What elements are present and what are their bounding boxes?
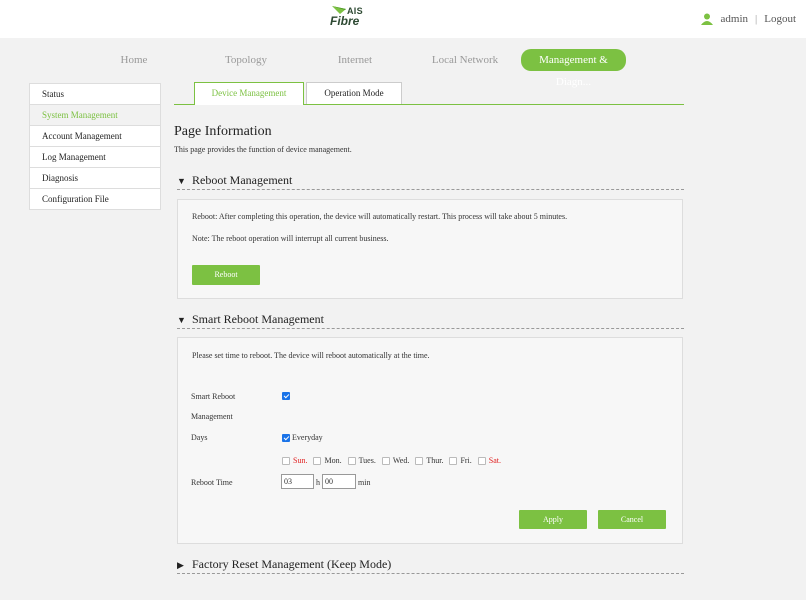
sidebar-item-status[interactable]: Status (29, 83, 161, 105)
collapse-down-icon: ▼ (177, 315, 186, 325)
day-sat-label: Sat. (488, 456, 502, 465)
nav-home[interactable]: Home (110, 49, 158, 71)
day-thu: Thur. (415, 456, 443, 465)
user-bar: admin | Logout (700, 13, 796, 25)
reboot-hour-input[interactable]: 03 (281, 474, 314, 489)
day-fri: Fri. (449, 456, 472, 465)
reboot-info-text: Reboot: After completing this operation,… (192, 212, 568, 221)
smart-reboot-checkbox[interactable] (282, 392, 290, 400)
reboot-note-text: Note: The reboot operation will interrup… (192, 234, 389, 243)
ais-fibre-logo: AIS Fibre (329, 3, 377, 35)
apply-button[interactable]: Apply (519, 510, 587, 529)
day-tue: Tues. (347, 456, 376, 465)
everyday-option: Everyday (282, 433, 323, 442)
logo-fibre-text: Fibre (330, 14, 360, 28)
nav-management-diagnosis[interactable]: Management & Diagn... (521, 49, 626, 88)
cancel-button[interactable]: Cancel (598, 510, 666, 529)
reboot-section-header[interactable]: ▼ Reboot Management (177, 173, 684, 190)
collapse-down-icon: ▼ (177, 176, 186, 186)
collapse-right-icon: ▶ (177, 560, 184, 570)
user-separator: | (755, 13, 758, 25)
nav-local-network[interactable]: Local Network (424, 49, 506, 71)
logo-swoosh-icon (332, 6, 346, 14)
page-title: Page Information (174, 124, 272, 139)
day-wed-checkbox[interactable] (381, 456, 390, 465)
reboot-section-title: Reboot Management (192, 173, 293, 187)
day-sat: Sat. (477, 456, 502, 465)
nav-topology[interactable]: Topology (218, 49, 274, 71)
sidebar-item-account-management[interactable]: Account Management (29, 126, 161, 147)
day-mon-checkbox[interactable] (313, 456, 322, 465)
reboot-button[interactable]: Reboot (192, 265, 260, 285)
day-wed: Wed. (381, 456, 410, 465)
day-tue-label: Tues. (358, 456, 376, 465)
day-fri-checkbox[interactable] (449, 456, 458, 465)
day-mon-label: Mon. (324, 456, 342, 465)
day-checkboxes: Sun. Mon. Tues. Wed. Thur. Fri. Sat. (282, 456, 507, 465)
sidebar-item-system-management[interactable]: System Management (29, 105, 161, 126)
smart-reboot-info-text: Please set time to reboot. The device wi… (192, 351, 430, 360)
main-nav: Home Topology Internet Local Network Man… (0, 49, 806, 88)
logout-link[interactable]: Logout (764, 13, 796, 25)
sidebar: Status System Management Account Managem… (29, 83, 161, 210)
minute-unit-label: min (358, 478, 371, 487)
everyday-checkbox[interactable] (282, 433, 290, 442)
reboot-panel: Reboot: After completing this operation,… (177, 199, 683, 299)
sidebar-item-configuration-file[interactable]: Configuration File (29, 189, 161, 210)
day-sat-checkbox[interactable] (477, 456, 486, 465)
tab-device-management[interactable]: Device Management (194, 82, 304, 105)
hour-unit-label: h (316, 478, 320, 487)
day-sun: Sun. (282, 456, 307, 465)
day-thu-checkbox[interactable] (415, 456, 424, 465)
day-sun-label: Sun. (293, 456, 308, 465)
day-mon: Mon. (313, 456, 342, 465)
top-header: AIS Fibre admin | Logout (0, 0, 806, 38)
day-wed-label: Wed. (392, 456, 410, 465)
reboot-time-label: Reboot Time (191, 478, 233, 487)
smart-reboot-section-title: Smart Reboot Management (192, 312, 324, 326)
smart-reboot-section-header[interactable]: ▼ Smart Reboot Management (177, 312, 684, 329)
page-description: This page provides the function of devic… (174, 145, 352, 154)
reboot-minute-input[interactable]: 00 (322, 474, 356, 489)
day-sun-checkbox[interactable] (282, 456, 290, 465)
day-tue-checkbox[interactable] (347, 456, 356, 465)
days-label: Days (191, 433, 208, 442)
nav-internet[interactable]: Internet (322, 49, 388, 71)
sidebar-item-diagnosis[interactable]: Diagnosis (29, 168, 161, 189)
smart-reboot-label-line2: Management (191, 412, 233, 421)
factory-reset-section-header[interactable]: ▶ Factory Reset Management (Keep Mode) (177, 557, 684, 574)
day-fri-label: Fri. (460, 456, 472, 465)
everyday-label: Everyday (292, 433, 323, 442)
username-label: admin (720, 13, 749, 25)
user-icon (700, 13, 713, 25)
smart-reboot-label: Smart Reboot (191, 392, 236, 401)
tab-operation-mode[interactable]: Operation Mode (306, 82, 402, 104)
tab-bar: Device Management Operation Mode (174, 82, 684, 105)
factory-reset-section-title: Factory Reset Management (Keep Mode) (192, 557, 392, 571)
day-thu-label: Thur. (426, 456, 444, 465)
sidebar-item-log-management[interactable]: Log Management (29, 147, 161, 168)
